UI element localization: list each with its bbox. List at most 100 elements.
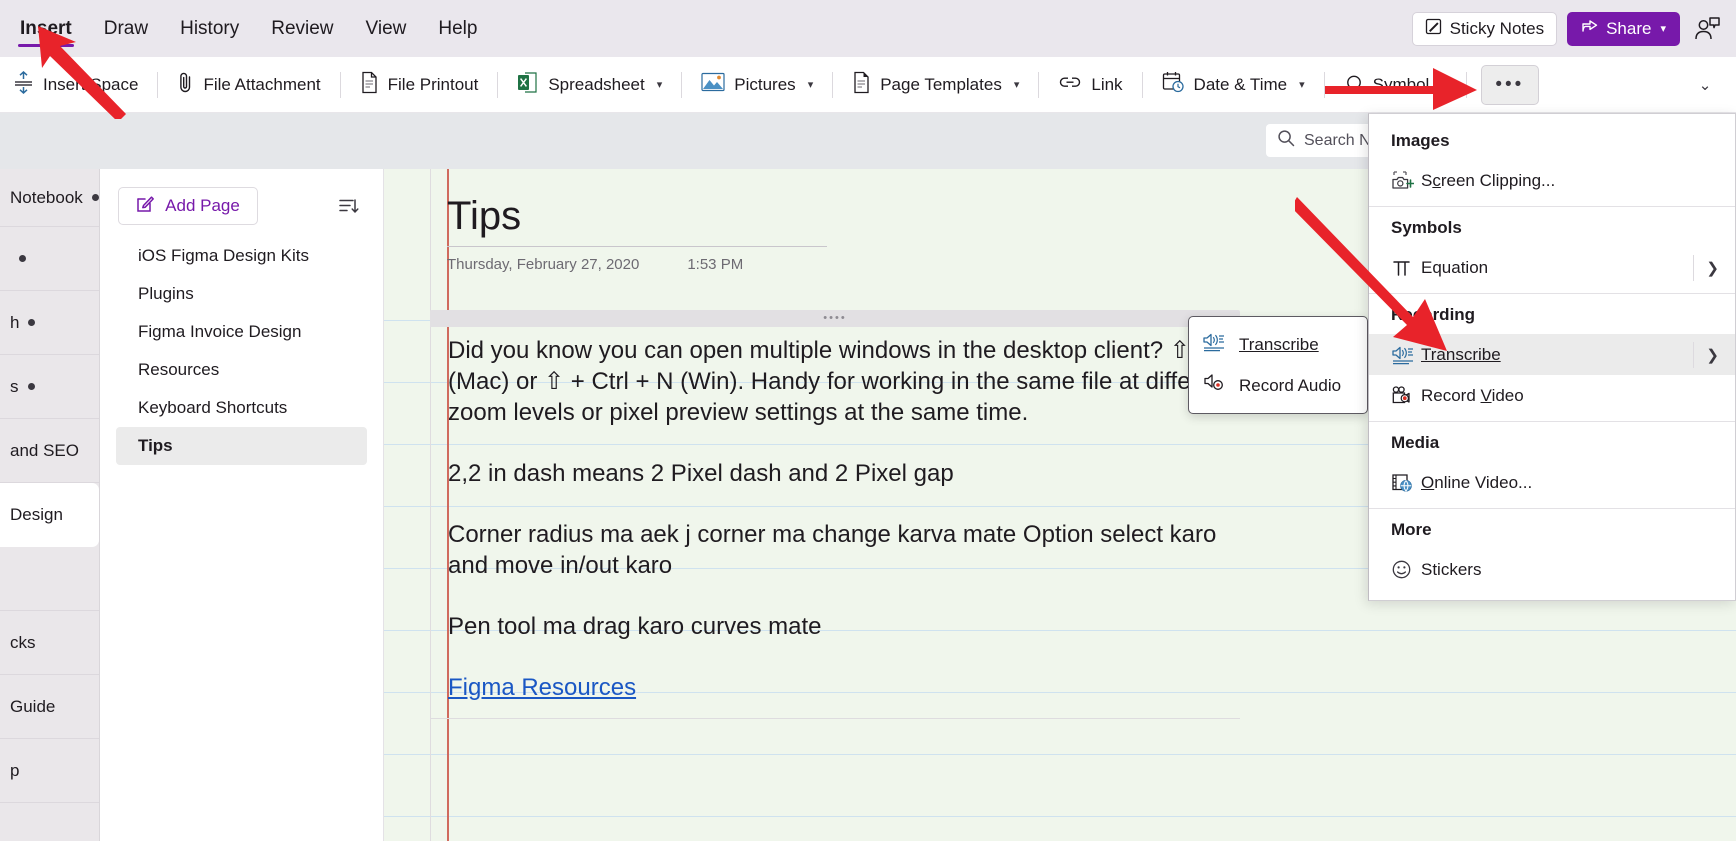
dropdown-item-screen-clipping[interactable]: Screen Clipping...: [1369, 160, 1735, 201]
pictures-icon: [701, 71, 725, 98]
ribbon-separator: [1141, 71, 1143, 98]
sticky-notes-label: Sticky Notes: [1449, 18, 1545, 38]
page-item-ios-figma-design-kits[interactable]: iOS Figma Design Kits: [116, 237, 367, 275]
dropdown-item-equation[interactable]: Equation ❯: [1369, 247, 1735, 288]
equation-icon: [1391, 258, 1421, 278]
chevron-down-icon: ▾: [656, 79, 663, 91]
insert-more-dropdown: Images Screen Clipping... Symbols Equati…: [1368, 113, 1736, 601]
menu-bar: Insert Draw History Review View Help Sti…: [0, 0, 1736, 57]
page-item-resources[interactable]: Resources: [116, 351, 367, 389]
screen-clipping-icon: [1391, 170, 1421, 191]
rail-item-4[interactable]: s: [0, 355, 99, 419]
ribbon-separator: [1465, 71, 1467, 98]
rail-item-3[interactable]: h: [0, 291, 99, 355]
share-icon: [1581, 18, 1599, 39]
tab-view[interactable]: View: [350, 0, 423, 57]
ribbon-separator: [1323, 71, 1325, 98]
record-audio-icon: [1202, 373, 1226, 398]
dropdown-item-transcribe[interactable]: Transcribe ❯: [1369, 334, 1735, 375]
ribbon-collapse-button[interactable]: ⌄: [1688, 68, 1722, 102]
rail-item-10[interactable]: p: [0, 739, 99, 803]
ribbon-more-button[interactable]: •••: [1480, 64, 1539, 105]
ribbon-insert-space-label: Insert Space: [43, 74, 139, 94]
page-list-header: Add Page: [100, 169, 383, 225]
rail-item-seo[interactable]: and SEO: [0, 419, 99, 483]
menu-bar-actions: Sticky Notes Share ▾: [1411, 11, 1736, 46]
tab-draw[interactable]: Draw: [88, 0, 164, 57]
onenote-window: Insert Draw History Review View Help Sti…: [0, 0, 1736, 841]
page-item-label: Plugins: [138, 284, 194, 303]
share-label: Share: [1606, 18, 1652, 38]
ribbon-date-time[interactable]: Date & Time ▾: [1151, 64, 1316, 106]
dropdown-item-label: Stickers: [1421, 559, 1482, 579]
tab-draw-label: Draw: [103, 17, 149, 39]
rail-item-label: Design: [10, 504, 63, 524]
rail-item-7[interactable]: [0, 547, 99, 611]
page-item-plugins[interactable]: Plugins: [116, 275, 367, 313]
dropdown-item-stickers[interactable]: Stickers: [1369, 549, 1735, 590]
page-item-label: iOS Figma Design Kits: [138, 246, 309, 265]
note-link-figma-resources[interactable]: Figma Resources: [448, 672, 1240, 703]
page-item-keyboard-shortcuts[interactable]: Keyboard Shortcuts: [116, 389, 367, 427]
page-item-label: Resources: [138, 360, 220, 379]
tab-review[interactable]: Review: [255, 0, 349, 57]
ribbon-file-printout[interactable]: File Printout: [349, 64, 490, 106]
ribbon-link-label: Link: [1091, 74, 1123, 94]
sort-icon[interactable]: [331, 189, 365, 223]
dropdown-item-record-video[interactable]: Record Video: [1369, 375, 1735, 416]
submenu-item-transcribe[interactable]: Transcribe: [1189, 324, 1367, 365]
chevron-right-icon: ❯: [1693, 254, 1725, 281]
page-item-label: Keyboard Shortcuts: [138, 398, 288, 417]
drag-handle-icon: ••••: [823, 312, 847, 324]
ribbon-separator: [497, 71, 499, 98]
note-body-container[interactable]: •••• Did you know you can open multiple …: [430, 310, 1240, 733]
note-paragraph-4: Pen tool ma drag karo curves mate: [448, 613, 822, 640]
note-paragraph-2: 2,2 in dash means 2 Pixel dash and 2 Pix…: [448, 460, 954, 487]
ribbon-file-attachment[interactable]: File Attachment: [166, 64, 331, 106]
page-item-tips[interactable]: Tips: [116, 427, 367, 465]
dropdown-item-label: Online Video...: [1421, 472, 1533, 492]
submenu-item-label: Record Audio: [1239, 375, 1342, 395]
unread-dot-icon: [91, 194, 99, 201]
tab-help-label: Help: [438, 17, 478, 39]
ribbon-page-templates[interactable]: Page Templates ▾: [841, 64, 1030, 106]
title-divider: [447, 246, 827, 247]
tab-insert[interactable]: Insert: [4, 0, 88, 57]
paperclip-icon: [177, 71, 194, 99]
ribbon-pictures[interactable]: Pictures ▾: [690, 64, 824, 106]
ribbon-file-printout-label: File Printout: [387, 74, 479, 94]
ribbon-tabs: Insert Draw History Review View Help: [0, 0, 493, 57]
sticky-notes-button[interactable]: Sticky Notes: [1411, 11, 1558, 46]
rail-item-design[interactable]: Design: [0, 483, 99, 547]
note-time: 1:53 PM: [687, 256, 744, 273]
ribbon-symbol[interactable]: Symbol ▾: [1333, 64, 1458, 106]
note-body-text[interactable]: Did you know you can open multiple windo…: [430, 327, 1240, 703]
rail-item-2[interactable]: [0, 227, 99, 291]
page-templates-icon: [852, 71, 871, 99]
tab-history-label: History: [180, 17, 240, 39]
dropdown-group-header-symbols: Symbols: [1391, 218, 1462, 237]
share-people-icon[interactable]: [1690, 12, 1724, 46]
ribbon-spreadsheet[interactable]: Spreadsheet ▾: [506, 64, 673, 106]
rail-item-label: s: [10, 376, 19, 396]
rail-item-cks[interactable]: cks: [0, 611, 99, 675]
page-item-figma-invoice-design[interactable]: Figma Invoice Design: [116, 313, 367, 351]
note-container-handle[interactable]: ••••: [430, 310, 1240, 327]
tab-history[interactable]: History: [164, 0, 255, 57]
note-container-bottom-edge: [430, 718, 1240, 719]
symbol-icon: [1344, 71, 1364, 98]
add-page-button[interactable]: Add Page: [118, 187, 258, 225]
page-title[interactable]: Tips: [447, 194, 827, 238]
rail-item-notebook[interactable]: Notebook: [0, 169, 99, 227]
transcribe-icon: [1202, 332, 1226, 357]
tab-help[interactable]: Help: [422, 0, 493, 57]
rail-item-guide[interactable]: Guide: [0, 675, 99, 739]
submenu-item-record-audio[interactable]: Record Audio: [1189, 365, 1367, 406]
dropdown-item-label: Equation: [1421, 257, 1489, 277]
add-page-label: Add Page: [165, 196, 240, 215]
ribbon-link[interactable]: Link: [1047, 64, 1133, 106]
share-button[interactable]: Share ▾: [1567, 11, 1680, 46]
ribbon-toolbar: Insert Space File Attachment File Printo…: [0, 57, 1736, 113]
ribbon-insert-space[interactable]: Insert Space: [2, 64, 149, 106]
dropdown-item-online-video[interactable]: Online Video...: [1369, 462, 1735, 503]
